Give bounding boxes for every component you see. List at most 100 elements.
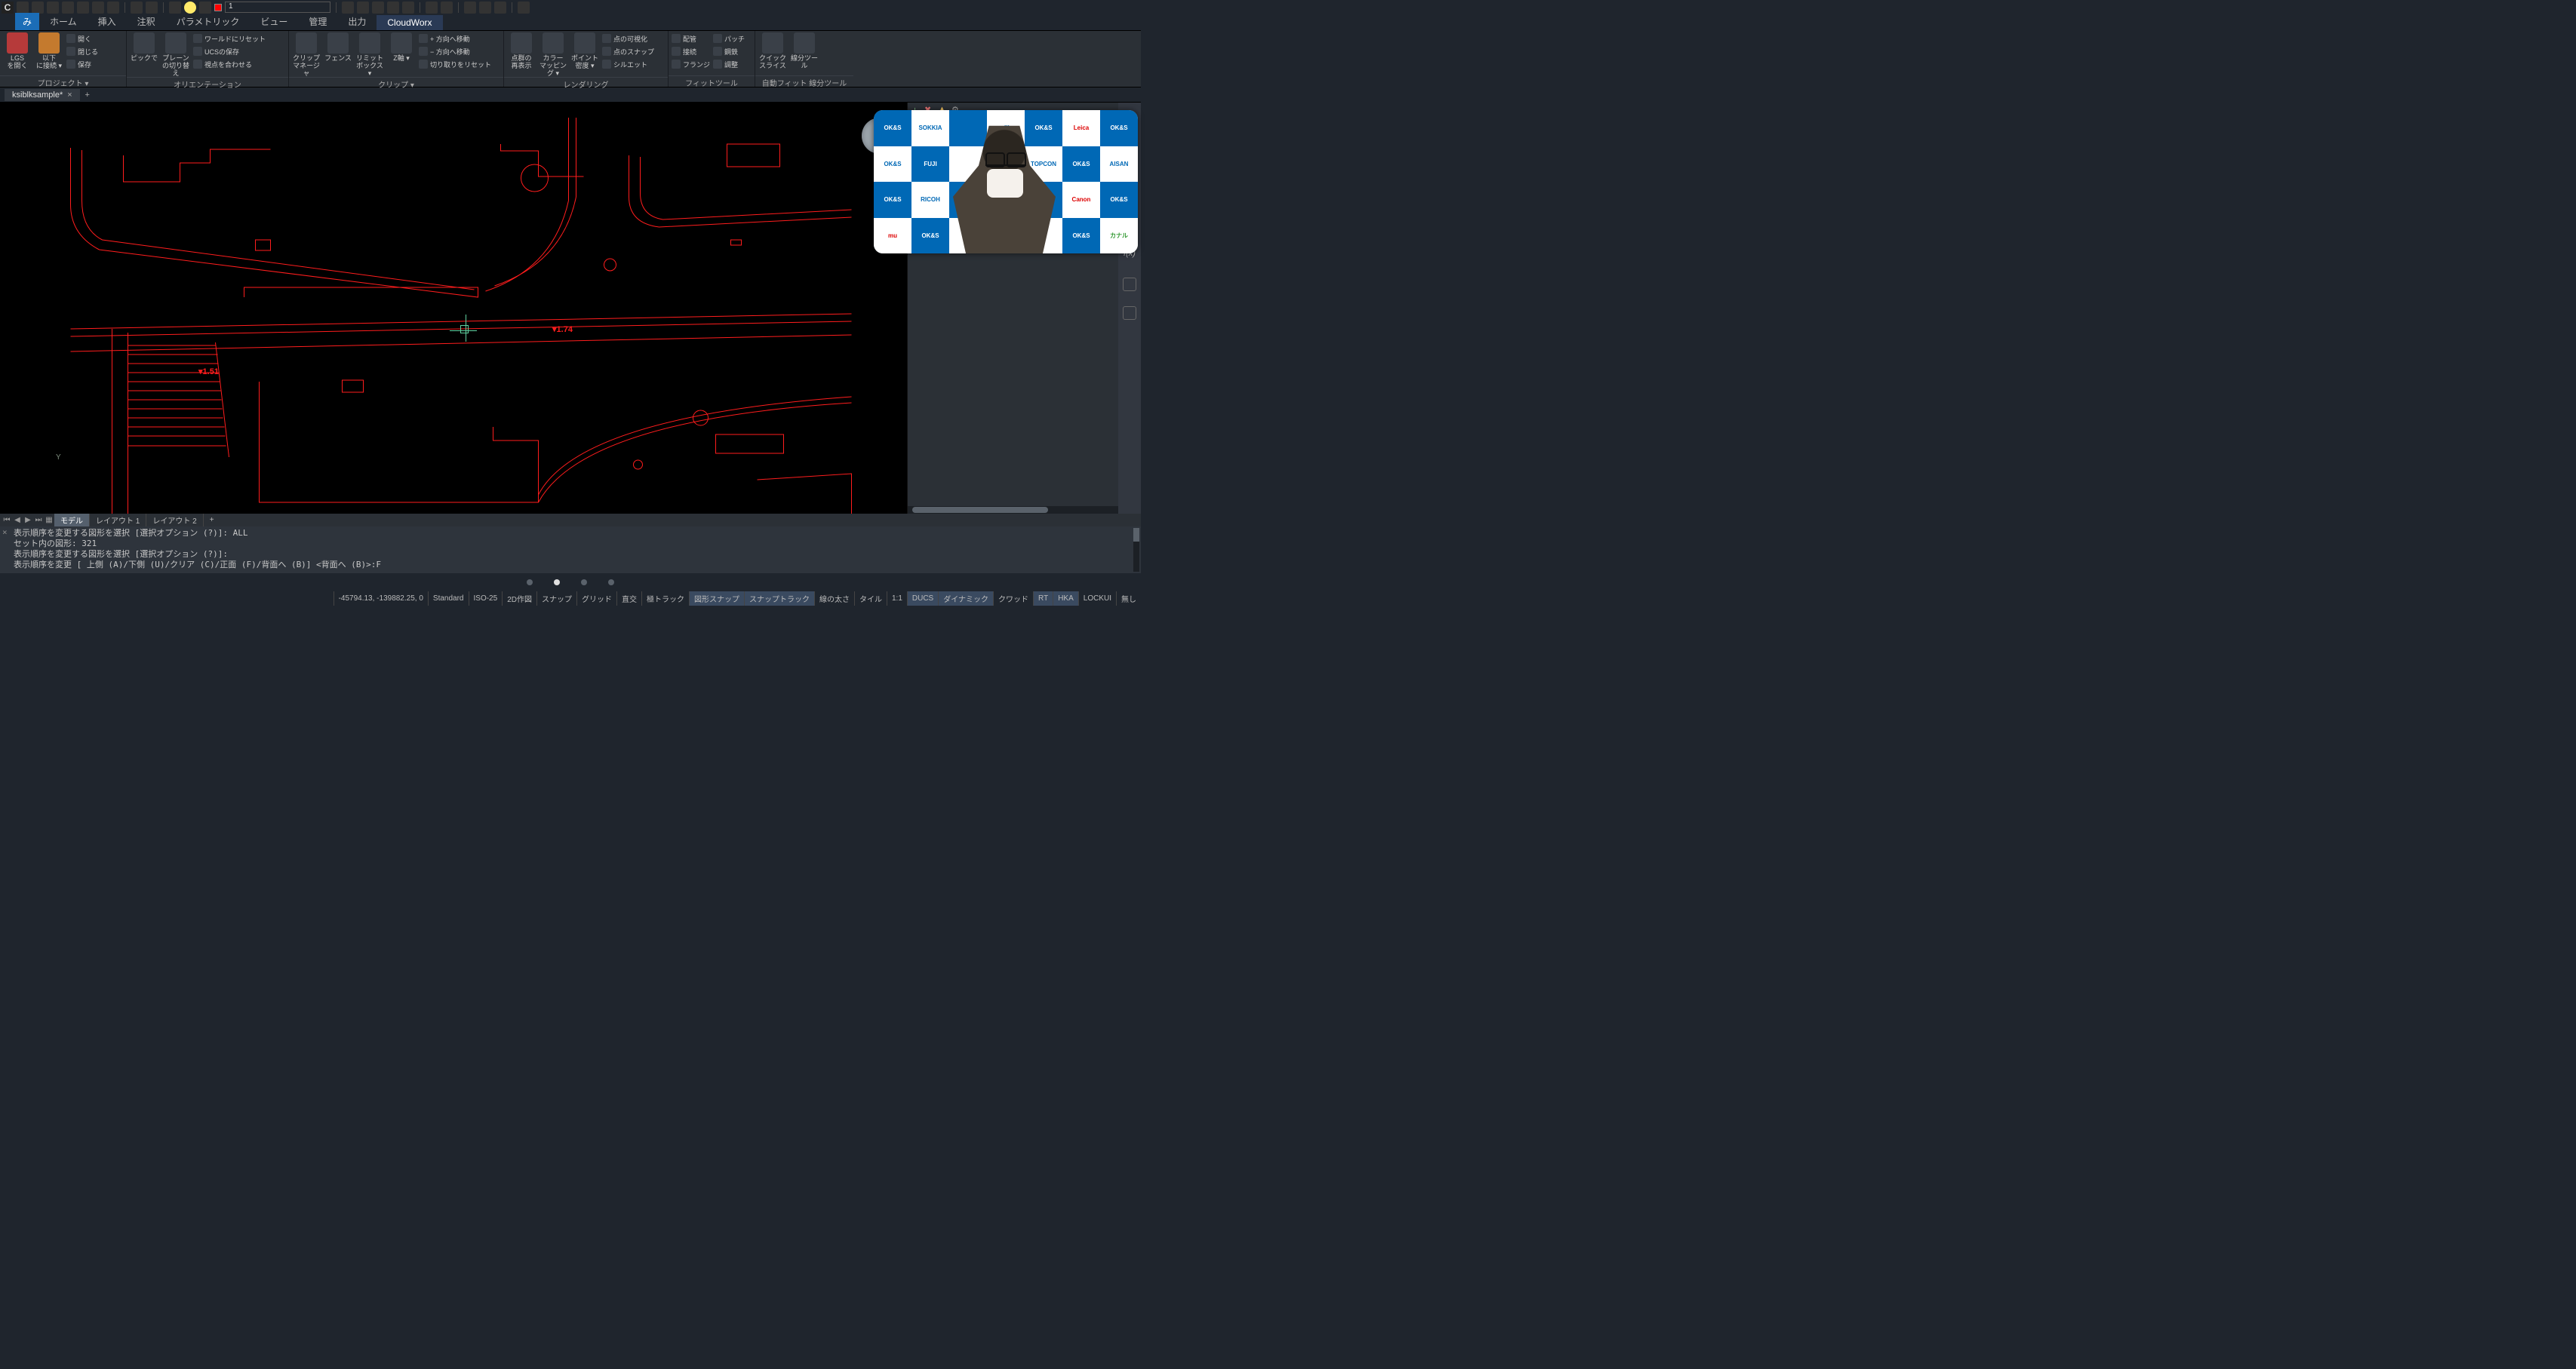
tab-annotate[interactable]: 注釈 <box>127 13 166 30</box>
slide-dot[interactable] <box>581 579 587 585</box>
status-tile[interactable]: タイル <box>854 591 887 606</box>
structure-icon[interactable] <box>1123 306 1136 320</box>
command-window[interactable]: × 表示順序を変更する図形を選択 [選択オプション (?)]: ALL セット内… <box>0 526 1141 573</box>
pick-button[interactable]: ピックで <box>130 32 158 62</box>
status-grid[interactable]: グリッド <box>576 591 616 606</box>
close-commandline-icon[interactable]: × <box>2 527 8 538</box>
patch-button[interactable]: パッチ <box>713 32 745 45</box>
open-icon[interactable] <box>32 2 44 14</box>
zaxis-button[interactable]: Z軸 ▾ <box>387 32 416 62</box>
status-osnap[interactable]: 図形スナップ <box>689 591 744 606</box>
layout2-tab[interactable]: レイアウト 2 <box>146 514 203 526</box>
print-icon[interactable] <box>77 2 89 14</box>
lgs-open-button[interactable]: LGSを開く <box>3 32 32 69</box>
cloud-icon[interactable] <box>1123 278 1136 291</box>
status-scale[interactable]: 1:1 <box>887 591 907 606</box>
saveas-icon[interactable] <box>62 2 74 14</box>
status-quad[interactable]: クワッド <box>993 591 1033 606</box>
undo-icon[interactable] <box>131 2 143 14</box>
show-points-button[interactable]: 点群の再表示 <box>507 32 536 69</box>
connect-fit-button[interactable]: 接続 <box>672 45 710 57</box>
status-rt[interactable]: RT <box>1033 591 1053 606</box>
linetool-button[interactable]: 線分ツール <box>790 32 819 69</box>
layer-dropdown[interactable]: 1 <box>225 2 330 13</box>
slide-dot[interactable] <box>554 579 560 585</box>
point-snap-button[interactable]: 点のスナップ <box>602 45 654 57</box>
layer-control[interactable]: 1 <box>169 2 330 14</box>
status-dyn[interactable]: ダイナミック <box>938 591 993 606</box>
close-document-icon[interactable]: × <box>67 91 72 100</box>
flange-button[interactable]: フランジ <box>672 58 710 70</box>
status-polar[interactable]: 極トラック <box>641 591 689 606</box>
publish-icon[interactable] <box>107 2 119 14</box>
tool-b-icon[interactable] <box>357 2 369 14</box>
tool-f-icon[interactable] <box>426 2 438 14</box>
close-button[interactable]: 閉じる <box>66 45 98 57</box>
redo-icon[interactable] <box>146 2 158 14</box>
tool-h-icon[interactable] <box>464 2 476 14</box>
tab-cloudworx[interactable]: CloudWorx <box>377 15 442 30</box>
status-lockui[interactable]: LOCKUI <box>1078 591 1116 606</box>
status-snap[interactable]: スナップ <box>536 591 576 606</box>
tab-manage[interactable]: 管理 <box>298 13 337 30</box>
next-tab-icon[interactable]: ▶ <box>23 516 33 524</box>
clip-manager-button[interactable]: クリップマネージャ <box>292 32 321 77</box>
status-hka[interactable]: HKA <box>1053 591 1078 606</box>
steel-button[interactable]: 鋼鉄 <box>713 45 745 57</box>
save-button[interactable]: 保存 <box>66 58 98 70</box>
document-tab[interactable]: ksiblksample* × <box>5 89 80 101</box>
reset-clip-button[interactable]: 切り取りをリセット <box>419 58 491 70</box>
piping-button[interactable]: 配管 <box>672 32 710 45</box>
move-plus-button[interactable]: + 方向へ移動 <box>419 32 491 45</box>
list-tabs-icon[interactable]: ▦ <box>44 516 54 524</box>
status-2d[interactable]: 2D作図 <box>502 591 536 606</box>
world-reset-button[interactable]: ワールドにリセット <box>193 32 266 45</box>
tab-output[interactable]: 出力 <box>337 13 377 30</box>
plane-button[interactable]: プレーンの切り替え <box>161 32 190 77</box>
limitbox-button[interactable]: リミットボックス ▾ <box>355 32 384 77</box>
color-mapping-button[interactable]: カラーマッピング ▾ <box>539 32 567 77</box>
align-view-button[interactable]: 視点を合わせる <box>193 58 266 70</box>
slide-dot[interactable] <box>608 579 614 585</box>
panel-scrollbar[interactable] <box>908 506 1141 514</box>
point-visibility-button[interactable]: 点の可視化 <box>602 32 654 45</box>
tab-parametric[interactable]: パラメトリック <box>166 13 251 30</box>
connect-button[interactable]: 以下に接続 ▾ <box>35 32 63 69</box>
move-minus-button[interactable]: − 方向へ移動 <box>419 45 491 57</box>
tool-i-icon[interactable] <box>479 2 491 14</box>
first-tab-icon[interactable]: ⏮ <box>2 516 12 524</box>
tab-insert[interactable]: 挿入 <box>88 13 127 30</box>
new-tab-button[interactable]: + <box>81 91 94 100</box>
status-none[interactable]: 無し <box>1116 591 1141 606</box>
tab-app[interactable]: み <box>15 13 39 30</box>
status-iso[interactable]: ISO-25 <box>469 591 503 606</box>
drawing-canvas[interactable]: ▾1.51 ▾1.74 Y W X <box>0 103 907 514</box>
tool-e-icon[interactable] <box>402 2 414 14</box>
tool-g-icon[interactable] <box>441 2 453 14</box>
fence-button[interactable]: フェンス <box>324 32 352 62</box>
app-menu-button[interactable]: C <box>2 2 14 14</box>
search-icon[interactable] <box>518 2 530 14</box>
model-tab[interactable]: モデル <box>54 514 90 526</box>
tool-d-icon[interactable] <box>387 2 399 14</box>
status-standard[interactable]: Standard <box>428 591 469 606</box>
tool-c-icon[interactable] <box>372 2 384 14</box>
tab-view[interactable]: ビュー <box>250 13 298 30</box>
status-ortho[interactable]: 直交 <box>616 591 641 606</box>
point-density-button[interactable]: ポイント密度 ▾ <box>570 32 599 69</box>
add-layout-tab[interactable]: + <box>204 515 220 525</box>
last-tab-icon[interactable]: ⏭ <box>33 516 44 524</box>
status-ducs[interactable]: DUCS <box>907 591 938 606</box>
tool-j-icon[interactable] <box>494 2 506 14</box>
new-icon[interactable] <box>17 2 29 14</box>
print-preview-icon[interactable] <box>92 2 104 14</box>
status-snaptrack[interactable]: スナップトラック <box>744 591 814 606</box>
prev-tab-icon[interactable]: ◀ <box>12 516 23 524</box>
adjust-button[interactable]: 調整 <box>713 58 745 70</box>
quickslice-button[interactable]: クイックスライス <box>758 32 787 69</box>
open-button[interactable]: 開く <box>66 32 98 45</box>
silhouette-button[interactable]: シルエット <box>602 58 654 70</box>
tab-home[interactable]: ホーム <box>39 13 88 30</box>
tool-a-icon[interactable] <box>342 2 354 14</box>
command-scrollbar[interactable] <box>1133 528 1139 572</box>
